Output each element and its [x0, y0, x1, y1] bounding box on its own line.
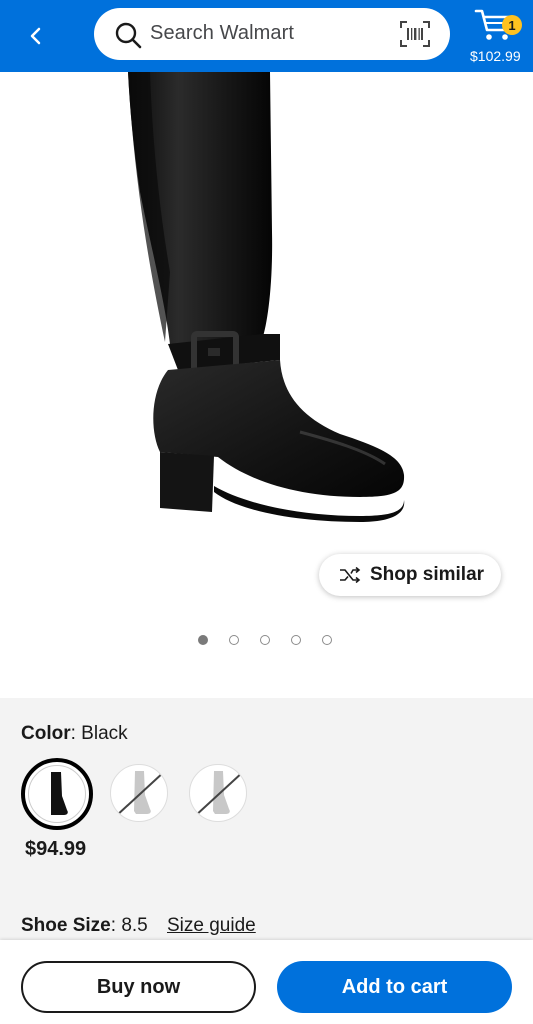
search-icon — [115, 22, 142, 49]
buy-now-button[interactable]: Buy now — [21, 961, 256, 1013]
search-input[interactable]: Search Walmart — [150, 22, 294, 45]
size-label: Shoe Size: 8.5 — [21, 915, 148, 936]
shuffle-icon — [340, 567, 361, 583]
top-app-bar: Search Walmart 1 $102.99 — [0, 0, 533, 72]
cart-total: $102.99 — [470, 48, 521, 64]
color-label: Color: Black — [21, 723, 128, 744]
unavailable-boot-thumbnail — [193, 770, 245, 818]
add-to-cart-button[interactable]: Add to cart — [277, 961, 512, 1013]
color-swatch-unavailable[interactable] — [189, 764, 247, 822]
color-key: Color — [21, 723, 71, 744]
pagination-dot[interactable] — [291, 635, 301, 645]
size-guide-link[interactable]: Size guide — [167, 915, 256, 937]
shop-similar-label: Shop similar — [370, 564, 485, 585]
chevron-left-icon — [30, 27, 41, 45]
size-value: 8.5 — [121, 915, 148, 936]
pagination-dot[interactable] — [260, 635, 270, 645]
barcode-scan-icon[interactable] — [400, 21, 430, 47]
back-button[interactable] — [18, 18, 54, 54]
black-boot-thumbnail — [51, 772, 68, 815]
color-swatch-black[interactable] — [21, 758, 93, 830]
gallery-pagination — [198, 635, 338, 649]
swatch-price: $94.99 — [25, 838, 87, 860]
product-image[interactable] — [0, 72, 533, 592]
cart-button[interactable]: 1 $102.99 — [466, 4, 526, 68]
size-key: Shoe Size — [21, 915, 111, 936]
pagination-dot[interactable] — [229, 635, 239, 645]
action-bar: Buy now Add to cart — [0, 940, 533, 1024]
pagination-dot[interactable] — [322, 635, 332, 645]
product-image-gallery[interactable]: Shop similar — [0, 72, 533, 698]
color-value: Black — [81, 723, 128, 744]
cart-count-badge: 1 — [502, 15, 522, 35]
variant-selector: Color: Black $94.99 Shoe Size: 8.5 Size … — [0, 698, 533, 940]
unavailable-boot-thumbnail — [114, 770, 166, 818]
pagination-dot[interactable] — [198, 635, 208, 645]
shop-similar-button[interactable]: Shop similar — [319, 554, 501, 596]
color-swatch-unavailable[interactable] — [110, 764, 168, 822]
search-bar[interactable]: Search Walmart — [94, 8, 450, 60]
